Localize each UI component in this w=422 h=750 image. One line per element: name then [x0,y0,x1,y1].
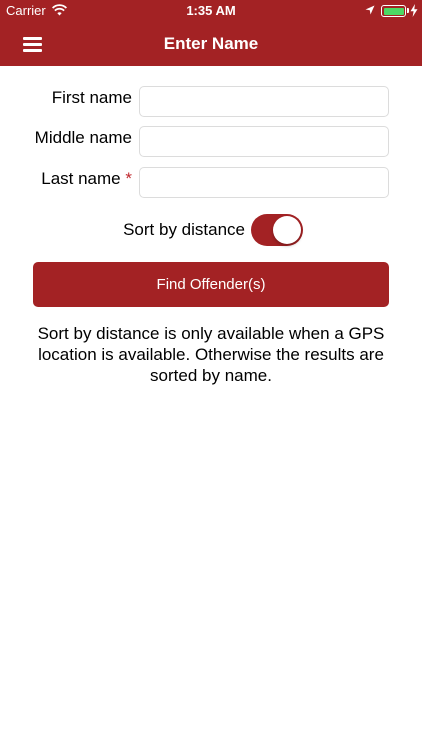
first-name-label: First name [51,88,132,107]
battery-level [383,7,404,15]
sort-by-distance-label: Sort by distance [123,220,245,239]
location-arrow-icon [365,5,375,15]
first-name-field[interactable] [139,86,389,117]
required-marker: * [125,169,132,188]
enter-name-screen: Carrier 1:35 AM Enter Name First name Mi… [0,0,422,750]
navigation-bar: Enter Name [0,22,422,66]
last-name-label: Last name [41,169,121,188]
find-offenders-button[interactable]: Find Offender(s) [33,262,389,307]
toggle-knob [273,216,301,244]
last-name-label-group: Last name * [41,169,132,189]
middle-name-field[interactable] [139,126,389,157]
clock: 1:35 AM [186,3,236,18]
status-bar: Carrier 1:35 AM [0,0,422,22]
sort-info-text: Sort by distance is only available when … [37,324,385,385]
page-title: Enter Name [163,34,259,53]
battery-nub [407,8,409,13]
sort-by-distance-toggle[interactable] [251,214,303,246]
header: Carrier 1:35 AM Enter Name [0,0,422,66]
charging-bolt-icon [410,4,418,17]
battery-icon [381,5,406,17]
middle-name-label: Middle name [34,128,132,147]
last-name-field[interactable] [139,167,389,198]
